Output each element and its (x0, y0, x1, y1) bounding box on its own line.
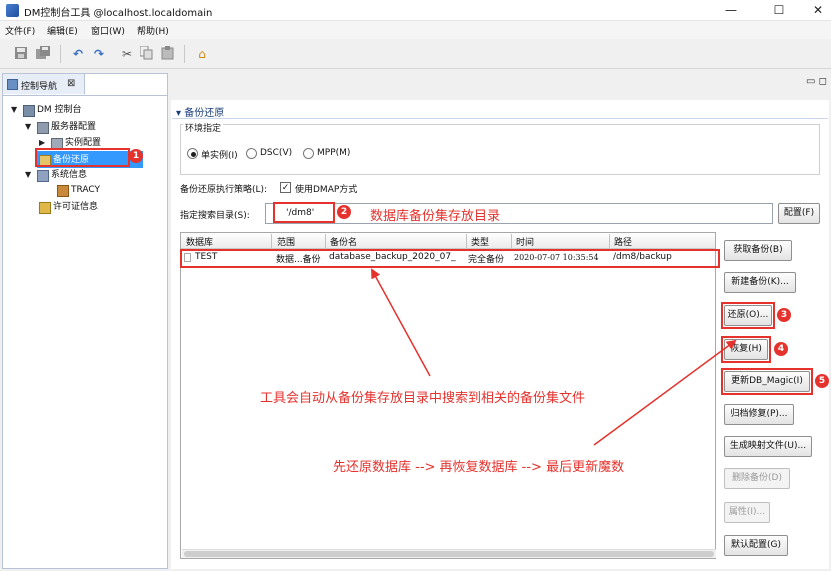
annotation-arrows (371, 268, 737, 446)
annotation-search-note: 工具会自动从备份集存放目录中搜索到相关的备份集文件 (260, 391, 586, 406)
annotation-order-note: 先还原数据库 --> 再恢复数据库 --> 最后更新魔数 (333, 460, 625, 475)
